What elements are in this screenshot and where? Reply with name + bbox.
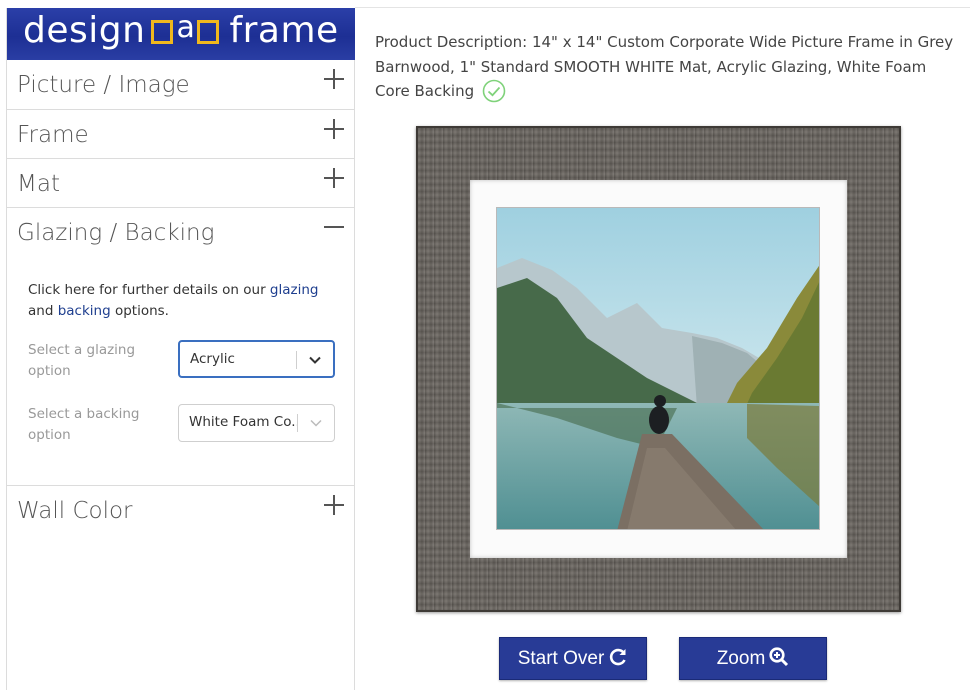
accordion-picture[interactable]: Picture / Image — [7, 60, 355, 110]
zoom-button[interactable]: Zoom — [679, 637, 827, 680]
plus-icon[interactable] — [323, 68, 345, 90]
refresh-icon — [610, 648, 626, 666]
select-separator — [297, 414, 298, 432]
lake-photo — [497, 208, 819, 529]
glazing-link[interactable]: glazing — [270, 282, 319, 298]
accordion-frame-label: Frame — [17, 122, 89, 148]
details-and: and — [28, 303, 54, 319]
logo-letter-a: a — [176, 10, 196, 45]
glazing-select-label: Select a glazing option — [28, 342, 136, 379]
framed-picture-preview — [416, 126, 901, 612]
backing-select-label: Select a backing option — [28, 406, 140, 443]
logo-word-frame: frame — [229, 10, 339, 51]
plus-icon[interactable] — [323, 167, 345, 189]
zoom-in-icon — [769, 647, 789, 667]
minus-icon[interactable] — [323, 216, 345, 238]
top-divider — [355, 7, 970, 8]
accordion-frame[interactable]: Frame — [7, 110, 355, 159]
glazing-panel: Click here for further details on our gl… — [7, 264, 355, 486]
select-separator — [296, 351, 297, 369]
accordion-glazing-label: Glazing / Backing — [17, 220, 215, 246]
glazing-select[interactable]: Acrylic — [178, 340, 335, 378]
logo-frame-mark: a — [151, 10, 223, 48]
start-over-label: Start Over — [517, 648, 605, 669]
glazing-details-text: Click here for further details on our gl… — [28, 280, 338, 322]
accordion-glazing[interactable]: Glazing / Backing — [7, 208, 355, 264]
accordion-wall-color[interactable]: Wall Color — [7, 486, 355, 536]
chevron-down-icon[interactable] — [309, 416, 323, 430]
logo-wordmark: design a frame — [23, 10, 339, 51]
backing-select[interactable]: White Foam Co... — [178, 404, 335, 442]
details-prefix: Click here for further details on our — [28, 282, 270, 298]
plus-icon[interactable] — [323, 494, 345, 516]
backing-select-value: White Foam Co... — [189, 414, 297, 430]
product-description: Product Description: 14" x 14" Custom Co… — [375, 30, 955, 104]
backing-link[interactable]: backing — [58, 303, 111, 319]
accordion-mat-label: Mat — [17, 171, 60, 197]
chevron-down-icon[interactable] — [308, 353, 322, 367]
plus-icon[interactable] — [323, 118, 345, 140]
zoom-label: Zoom — [716, 648, 766, 669]
page: design a frame Picture / Image Frame Mat G… — [0, 0, 970, 690]
logo-word-design: design — [23, 10, 146, 51]
start-over-button[interactable]: Start Over — [499, 637, 647, 680]
check-circle-icon — [482, 79, 506, 103]
accordion-wall-label: Wall Color — [17, 498, 133, 524]
product-description-text: Product Description: 14" x 14" Custom Co… — [375, 33, 954, 100]
glazing-select-value: Acrylic — [190, 351, 235, 367]
accordion-picture-label: Picture / Image — [17, 72, 190, 98]
mat — [470, 180, 847, 558]
logo[interactable]: design a frame — [7, 8, 355, 60]
accordion-mat[interactable]: Mat — [7, 159, 355, 208]
options-panel: design a frame Picture / Image Frame Mat G… — [6, 8, 355, 690]
details-suffix: options. — [110, 303, 169, 319]
picture-image — [496, 207, 820, 530]
